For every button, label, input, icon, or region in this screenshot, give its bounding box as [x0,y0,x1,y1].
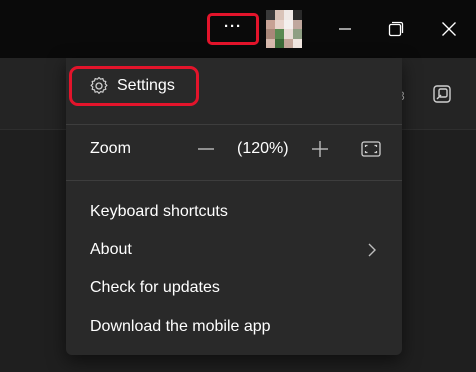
zoom-out-button[interactable] [196,139,216,159]
settings-label: Settings [117,77,175,94]
fit-screen-icon [361,141,381,157]
more-horizontal-icon: ··· [224,17,242,35]
divider [66,180,402,181]
menu-item-label: Check for updates [90,279,220,296]
zoom-fit-button[interactable] [360,138,382,160]
gear-icon [90,76,108,94]
menu-item-about[interactable]: About [66,233,402,267]
menu-item-label: Download the mobile app [90,318,271,335]
minus-icon [198,148,214,150]
close-button[interactable] [426,0,472,58]
menu-item-download-mobile-app[interactable]: Download the mobile app [66,310,402,344]
settings-menu: Settings Zoom (120%) Keyboard shortcuts [66,58,402,355]
more-options-button[interactable]: ··· [207,13,259,45]
zoom-label: Zoom [90,140,131,157]
plus-icon [312,141,328,157]
menu-item-label: Keyboard shortcuts [90,203,228,220]
zoom-row: Zoom (120%) [66,126,402,172]
minimize-icon [339,28,351,30]
divider [66,124,402,125]
minimize-button[interactable] [322,0,368,58]
menu-item-check-for-updates[interactable]: Check for updates [66,271,402,305]
restore-icon [388,21,404,37]
zoom-value: (120%) [237,140,289,157]
settings-menu-item[interactable]: Settings [69,66,199,106]
popout-icon[interactable] [432,84,452,104]
title-bar: ··· [0,0,476,58]
chevron-right-icon [368,243,376,257]
restore-button[interactable] [373,0,419,58]
zoom-in-button[interactable] [310,139,330,159]
close-icon [442,22,456,36]
menu-item-label: About [90,241,132,258]
avatar[interactable] [266,10,302,48]
menu-item-keyboard-shortcuts[interactable]: Keyboard shortcuts [66,195,402,229]
